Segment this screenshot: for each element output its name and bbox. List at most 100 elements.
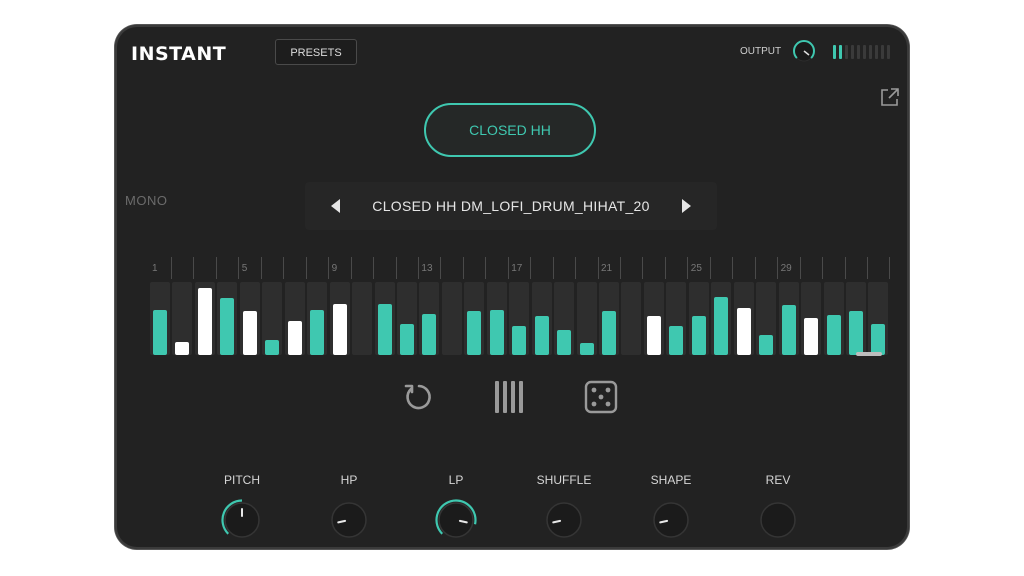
presets-button[interactable]: PRESETS — [275, 39, 357, 65]
step-velocity-bar[interactable] — [646, 316, 661, 355]
output-knob[interactable] — [792, 39, 816, 63]
step-cell[interactable] — [352, 282, 373, 355]
step-cell[interactable] — [509, 282, 530, 355]
step-cell[interactable] — [823, 282, 844, 355]
step-velocity-bar[interactable] — [332, 304, 347, 355]
step-tick — [530, 257, 532, 279]
meter-segment — [869, 45, 872, 59]
step-cell[interactable] — [711, 282, 732, 355]
step-tick — [687, 257, 689, 279]
step-cell[interactable] — [441, 282, 462, 355]
step-velocity-bar[interactable] — [467, 311, 482, 355]
step-cell[interactable] — [239, 282, 260, 355]
step-cell[interactable] — [486, 282, 507, 355]
step-velocity-bar[interactable] — [557, 330, 572, 355]
step-cell[interactable] — [599, 282, 619, 355]
step-velocity-bar[interactable] — [197, 288, 212, 355]
step-cell[interactable] — [396, 282, 417, 355]
step-cell[interactable] — [845, 282, 866, 355]
step-cell[interactable] — [194, 282, 215, 355]
step-lanes-icon[interactable] — [493, 380, 527, 414]
step-number: 1 — [152, 263, 158, 274]
meter-segment — [833, 45, 836, 59]
step-cell[interactable] — [262, 282, 283, 355]
knob-label-shape: SHAPE — [650, 473, 692, 487]
step-cell[interactable] — [756, 282, 777, 355]
step-velocity-bar[interactable] — [781, 305, 796, 355]
step-cell[interactable] — [329, 282, 350, 355]
step-tick — [866, 257, 868, 279]
step-velocity-bar[interactable] — [153, 310, 167, 355]
step-cell[interactable] — [531, 282, 552, 355]
step-sequencer: 1 5 9 13 17 21 25 29 — [150, 257, 891, 359]
knob-rev[interactable] — [757, 499, 799, 541]
step-tick — [171, 257, 172, 279]
step-tick — [754, 257, 756, 279]
step-velocity-bar[interactable] — [220, 298, 235, 355]
step-velocity-bar[interactable] — [848, 311, 863, 355]
step-velocity-bar[interactable] — [669, 326, 684, 355]
step-velocity-bar[interactable] — [826, 315, 841, 355]
step-velocity-bar[interactable] — [287, 321, 302, 355]
step-velocity-bar[interactable] — [602, 311, 616, 355]
step-number: 21 — [601, 263, 613, 274]
step-cell[interactable] — [284, 282, 305, 355]
popout-icon[interactable] — [879, 86, 901, 108]
step-cell[interactable] — [643, 282, 664, 355]
step-velocity-bar[interactable] — [265, 340, 280, 355]
sequence-length-handle[interactable] — [856, 352, 882, 356]
step-velocity-bar[interactable] — [399, 324, 414, 355]
step-velocity-bar[interactable] — [512, 326, 527, 355]
step-cell[interactable] — [576, 282, 597, 355]
knob-shape[interactable] — [650, 499, 692, 541]
step-cell[interactable] — [801, 282, 822, 355]
step-cell[interactable] — [419, 282, 440, 355]
step-number: 13 — [421, 263, 433, 274]
step-cell[interactable] — [217, 282, 238, 355]
dice-icon[interactable] — [584, 380, 618, 414]
step-tick — [822, 257, 824, 279]
step-cell[interactable] — [554, 282, 575, 355]
step-cell[interactable] — [621, 282, 642, 355]
step-velocity-bar[interactable] — [489, 310, 504, 355]
step-cell[interactable] — [172, 282, 193, 355]
step-cell[interactable] — [307, 282, 328, 355]
next-sample-icon[interactable] — [677, 197, 695, 215]
step-tick — [777, 257, 779, 279]
step-cell[interactable] — [150, 282, 170, 355]
step-tick — [642, 257, 644, 279]
step-velocity-bar[interactable] — [714, 297, 729, 355]
step-velocity-bar[interactable] — [534, 316, 549, 355]
knob-hp[interactable] — [328, 499, 370, 541]
step-cell[interactable] — [733, 282, 754, 355]
step-velocity-bar[interactable] — [175, 342, 190, 355]
mono-toggle[interactable]: MONO — [125, 193, 167, 208]
refresh-icon[interactable] — [402, 380, 436, 414]
step-velocity-bar[interactable] — [736, 308, 751, 355]
step-tick — [305, 257, 307, 279]
step-tick — [283, 257, 285, 279]
step-cell[interactable] — [666, 282, 687, 355]
step-velocity-bar[interactable] — [804, 318, 819, 355]
step-cell[interactable] — [688, 282, 709, 355]
knob-lp[interactable] — [435, 499, 477, 541]
knob-pitch[interactable] — [221, 499, 263, 541]
step-velocity-bar[interactable] — [310, 310, 325, 355]
step-tick — [732, 257, 734, 279]
step-velocity-bar[interactable] — [691, 316, 706, 355]
knob-shuffle[interactable] — [543, 499, 585, 541]
step-tick — [620, 257, 621, 279]
step-cell[interactable] — [464, 282, 485, 355]
step-cell[interactable] — [868, 282, 889, 355]
step-velocity-bar[interactable] — [759, 335, 774, 355]
step-tick — [238, 257, 240, 279]
step-cell[interactable] — [374, 282, 395, 355]
step-velocity-bar[interactable] — [242, 311, 257, 355]
step-velocity-bar[interactable] — [579, 343, 594, 355]
step-velocity-bar[interactable] — [422, 314, 437, 355]
step-velocity-bar[interactable] — [377, 304, 392, 355]
meter-segment — [881, 45, 884, 59]
sample-type-button[interactable]: CLOSED HH — [424, 103, 596, 157]
step-cell[interactable] — [778, 282, 799, 355]
step-velocity-bar[interactable] — [871, 324, 886, 355]
